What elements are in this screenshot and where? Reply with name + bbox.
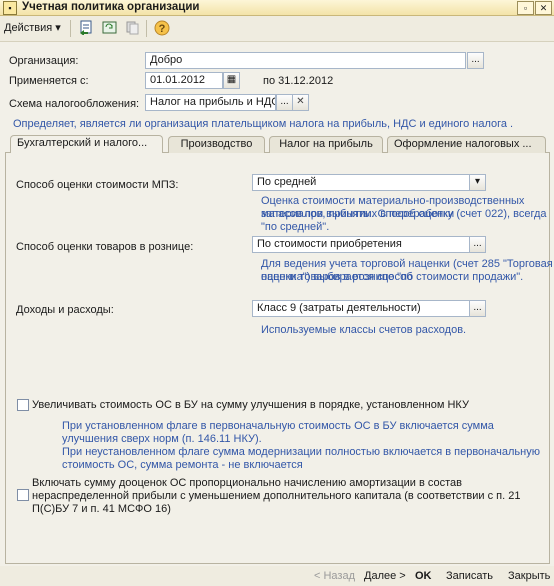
retail-select-button[interactable]: ... [469,236,486,253]
income-hint: Используемые классы счетов расходов. [261,324,467,336]
refresh-icon[interactable] [99,19,120,39]
clear-icon[interactable]: ✕ [292,94,309,111]
save-button[interactable]: Записать [446,570,493,582]
ok-button[interactable]: OK [415,570,432,582]
mpz-label: Способ оценки стоимости МПЗ: [16,179,179,191]
organization-label: Организация: [9,55,79,67]
tab-accounting[interactable]: Бухгалтерский и налого... [10,135,163,153]
close-icon[interactable]: ✕ [535,1,552,15]
income-select-button[interactable]: ... [469,300,486,317]
back-button[interactable]: < Назад [314,570,355,582]
help-icon[interactable]: ? [151,19,172,39]
os-improvement-label: Увеличивать стоимость ОС в БУ на сумму у… [32,399,469,411]
window-title: Учетная политика организации [22,1,200,13]
income-field[interactable]: Класс 9 (затраты деятельности) [252,300,470,317]
actions-menu[interactable]: Действия ▾ [4,21,61,34]
close-button[interactable]: Закрыть [508,570,550,582]
chevron-down-icon[interactable]: ▾ [469,174,486,191]
revaluation-checkbox[interactable] [17,489,29,501]
toolbar: Действия ▾ ? [0,16,554,42]
copy-icon[interactable] [122,19,143,39]
retail-field[interactable]: По стоимости приобретения [252,236,470,253]
title-bar: ▪ Учетная политика организации ▫ ✕ [0,0,554,16]
income-label: Доходы и расходы: [16,304,114,316]
tab-production[interactable]: Производство [168,136,265,153]
organization-field[interactable]: Добро [145,52,466,69]
svg-text:?: ? [158,23,165,35]
maximize-icon[interactable]: ▫ [517,1,534,15]
tab-tax-documents[interactable]: Оформление налоговых ... [387,136,546,153]
os-hint-line2: улучшения сверх норм (п. 146.11 НКУ). [62,433,262,445]
tax-scheme-select-button[interactable]: ... [276,94,293,111]
mpz-select[interactable]: По средней [252,174,470,191]
os-hint-line1: При установленном флаге в первоначальную… [62,420,494,432]
toolbar-divider [70,20,71,37]
chevron-down-icon: ▾ [55,22,61,34]
calendar-icon[interactable]: ▦ [223,72,240,89]
revaluation-line2: нераспределенной прибыли с уменьшением д… [32,490,521,502]
organization-select-button[interactable]: ... [467,52,484,69]
revaluation-label: Включать сумму дооценок ОС пропорциональ… [32,477,520,516]
tax-scheme-label: Схема налогообложения: [9,98,140,110]
app-icon: ▪ [3,1,17,15]
applies-to-text: по 31.12.2012 [263,75,334,87]
applies-label: Применяется с: [9,75,89,87]
bottom-bar: < Назад Далее > OK Записать Закрыть [0,566,554,586]
toolbar-divider [146,20,147,37]
retail-label: Способ оценки товаров в рознице: [16,241,194,253]
revaluation-line3: П(С)БУ 7 и п. 41 МСФО 16) [32,503,171,515]
os-hint-line3: При неустановленном флаге сумма модерниз… [62,446,540,458]
post-document-icon[interactable] [76,19,97,39]
tax-scheme-field[interactable]: Налог на прибыль и НДС [145,94,276,111]
actions-label: Действия [4,22,53,34]
mpz-hint-line2: материалов, принятых в переработку (счет… [261,208,547,233]
tax-scheme-hint: Определяет, является ли организация плат… [13,118,514,130]
revaluation-line1: Включать сумму дооценок ОС пропорциональ… [32,477,462,489]
os-hint-line4: стоимость ОС, сумма ремонта - не включае… [62,459,303,471]
applies-date-field[interactable]: 01.01.2012 [145,72,223,89]
next-button[interactable]: Далее > [364,570,406,582]
retail-hint-line2: оценки товаров в рознице "по стоимости п… [261,271,524,283]
tab-profit-tax[interactable]: Налог на прибыль [269,136,383,153]
os-improvement-checkbox[interactable] [17,399,29,411]
